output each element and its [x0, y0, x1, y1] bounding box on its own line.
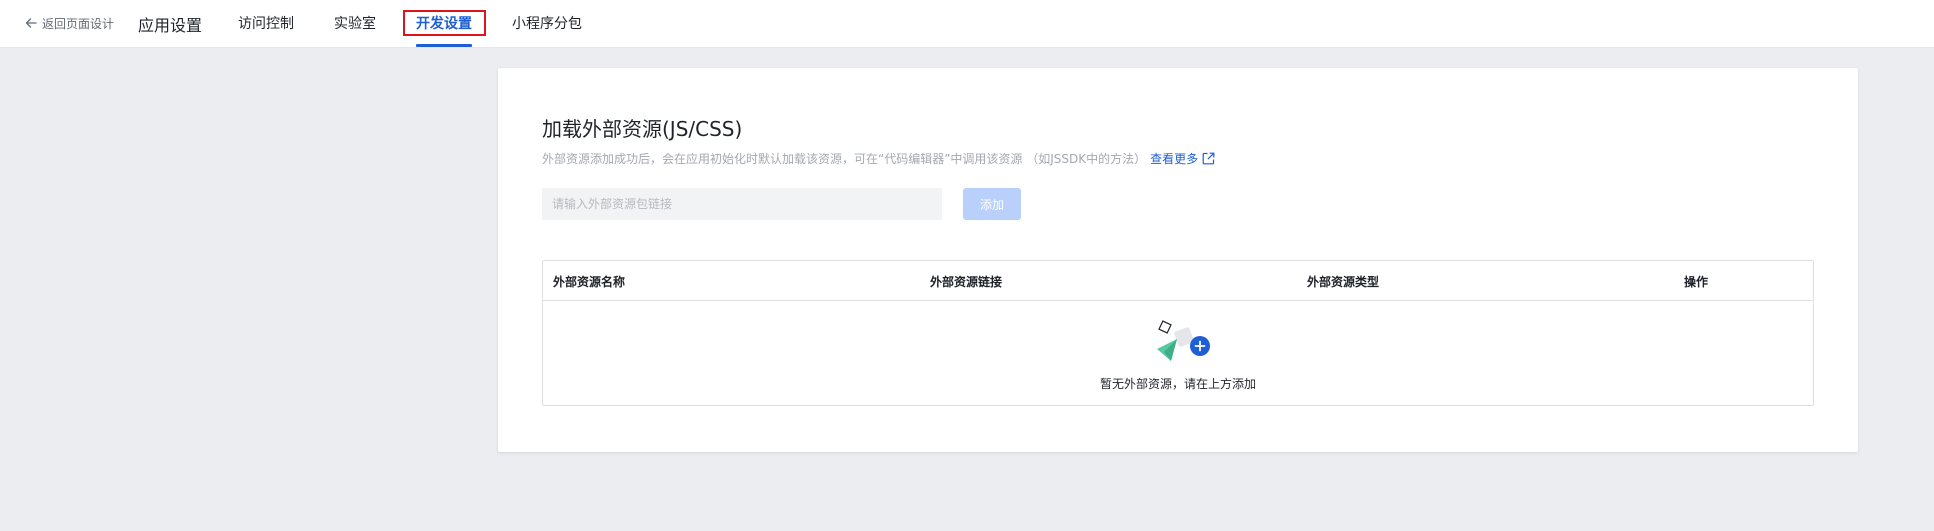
- external-resources-card: 加载外部资源(JS/CSS) 外部资源添加成功后，会在应用初始化时默认加载该资源…: [498, 68, 1858, 452]
- column-header-name: 外部资源名称: [553, 275, 626, 289]
- top-nav-bar: 返回页面设计 应用设置 访问控制 实验室 开发设置 小程序分包: [0, 0, 1934, 48]
- add-resource-button[interactable]: 添加: [963, 188, 1021, 220]
- resources-table: 外部资源名称 外部资源链接 外部资源类型 操作 暂无外部资源，请在上方添加: [542, 260, 1814, 406]
- tab-mini-program-subpackage[interactable]: 小程序分包: [512, 13, 582, 33]
- table-header: 外部资源名称 外部资源链接 外部资源类型 操作: [543, 261, 1813, 301]
- back-label: 返回页面设计: [42, 16, 115, 31]
- table-empty-state: 暂无外部资源，请在上方添加: [543, 301, 1813, 405]
- back-to-page-design-link[interactable]: 返回页面设计: [24, 13, 114, 33]
- active-tab-highlight-box: [403, 10, 486, 36]
- resource-url-input[interactable]: [542, 188, 942, 220]
- column-header-type: 外部资源类型: [1307, 275, 1380, 289]
- external-link-icon: [1202, 152, 1215, 165]
- column-header-actions: 操作: [1684, 275, 1709, 289]
- view-more-link[interactable]: 查看更多: [1150, 150, 1215, 167]
- empty-state-text: 暂无外部资源，请在上方添加: [1099, 377, 1256, 391]
- page-title: 应用设置: [138, 16, 203, 35]
- tab-lab[interactable]: 实验室: [334, 13, 376, 33]
- active-tab-underline: [416, 44, 472, 47]
- section-description: 外部资源添加成功后，会在应用初始化时默认加载该资源，可在“代码编辑器”中调用该资…: [542, 150, 1215, 167]
- view-more-label: 查看更多: [1150, 152, 1199, 166]
- tab-access-control[interactable]: 访问控制: [238, 13, 294, 33]
- description-text: 外部资源添加成功后，会在应用初始化时默认加载该资源，可在“代码编辑器”中调用该资…: [542, 152, 1147, 166]
- section-title: 加载外部资源(JS/CSS): [542, 117, 743, 141]
- arrow-left-icon: [25, 18, 37, 28]
- column-header-link: 外部资源链接: [930, 275, 1003, 289]
- empty-state-illustration: [1157, 320, 1210, 361]
